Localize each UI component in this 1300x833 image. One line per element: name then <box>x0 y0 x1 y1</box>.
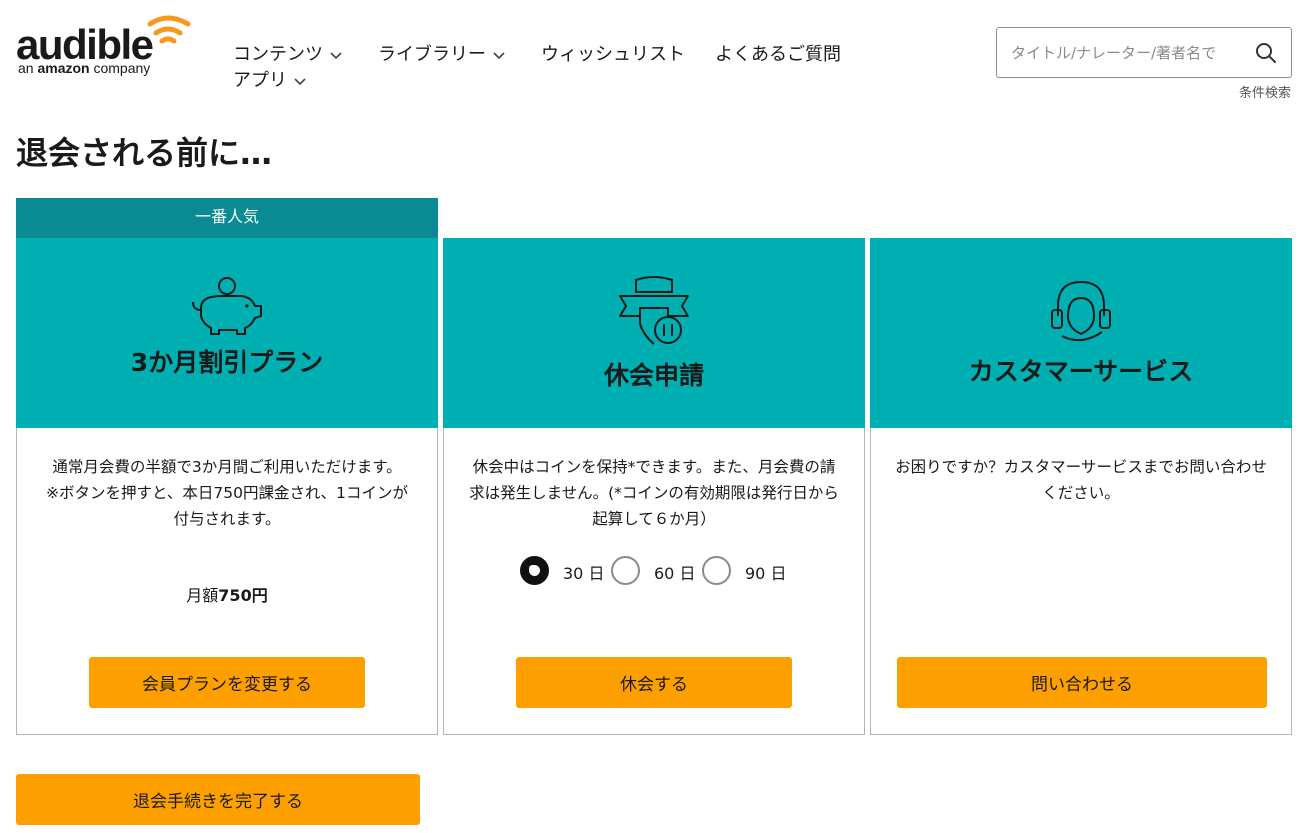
card-header: 3か月割引プラン <box>16 238 438 428</box>
card-description: お困りですか？カスタマーサービスまでお問い合わせください。 <box>895 458 1267 502</box>
card-header: 休会申請 <box>443 238 865 428</box>
card-description: 休会中はコインを保持*できます。また、月会費の請求は発生しません。(*コインの有… <box>469 458 839 528</box>
search-icon[interactable] <box>1255 42 1277 64</box>
complete-cancellation-button[interactable]: 退会手続きを完了する <box>16 774 420 825</box>
chevron-down-icon <box>330 52 342 60</box>
pause-membership-button[interactable]: 休会する <box>516 657 792 708</box>
radio-90-days[interactable] <box>702 556 731 585</box>
most-popular-badge: 一番人気 <box>16 198 438 238</box>
radio-label: 60 日 <box>654 564 696 583</box>
search-box <box>996 27 1292 78</box>
pause-badge-icon <box>619 276 689 345</box>
piggy-bank-icon <box>192 277 262 335</box>
nav-library[interactable]: ライブラリー <box>378 40 506 66</box>
radio-label: 90 日 <box>745 564 787 583</box>
change-plan-button[interactable]: 会員プランを変更する <box>89 657 365 708</box>
customer-service-card: カスタマーサービス お困りですか？カスタマーサービスまでお問い合わせください。 … <box>870 238 1292 735</box>
card-title: 休会申請 <box>603 361 704 390</box>
card-title: カスタマーサービス <box>968 357 1194 386</box>
radio-60-days[interactable] <box>611 556 640 585</box>
price-label: 月額750円 <box>186 586 268 605</box>
search-input[interactable] <box>1011 40 1245 66</box>
logo-tagline: an amazon company <box>18 60 151 76</box>
nav-wishlist[interactable]: ウィッシュリスト <box>541 40 685 66</box>
headset-icon <box>1051 280 1111 342</box>
membership-pause-card: 休会申請 休会中はコインを保持*できます。また、月会費の請求は発生しません。(*… <box>443 238 865 735</box>
chevron-down-icon <box>493 52 505 60</box>
advanced-search-link[interactable]: 条件検索 <box>1239 82 1291 101</box>
card-title: 3か月割引プラン <box>130 348 324 377</box>
discount-plan-card: 3か月割引プラン 通常月会費の半額で3か月間ご利用いただけます。 ※ボタンを押す… <box>16 238 438 735</box>
nav-apps[interactable]: アプリ <box>233 66 307 92</box>
contact-us-button[interactable]: 問い合わせる <box>897 657 1267 708</box>
card-header: カスタマーサービス <box>870 238 1292 428</box>
nav-faq[interactable]: よくあるご質問 <box>715 40 841 66</box>
card-description: 通常月会費の半額で3か月間ご利用いただけます。 ※ボタンを押すと、本日750円課… <box>46 458 408 528</box>
page-title: 退会される前に… <box>16 134 273 172</box>
radio-30-days[interactable] <box>520 556 549 585</box>
radio-label: 30 日 <box>563 564 605 583</box>
nav-contents[interactable]: コンテンツ <box>233 40 343 66</box>
chevron-down-icon <box>294 78 306 86</box>
audible-logo[interactable]: audible an amazon company <box>16 10 196 80</box>
